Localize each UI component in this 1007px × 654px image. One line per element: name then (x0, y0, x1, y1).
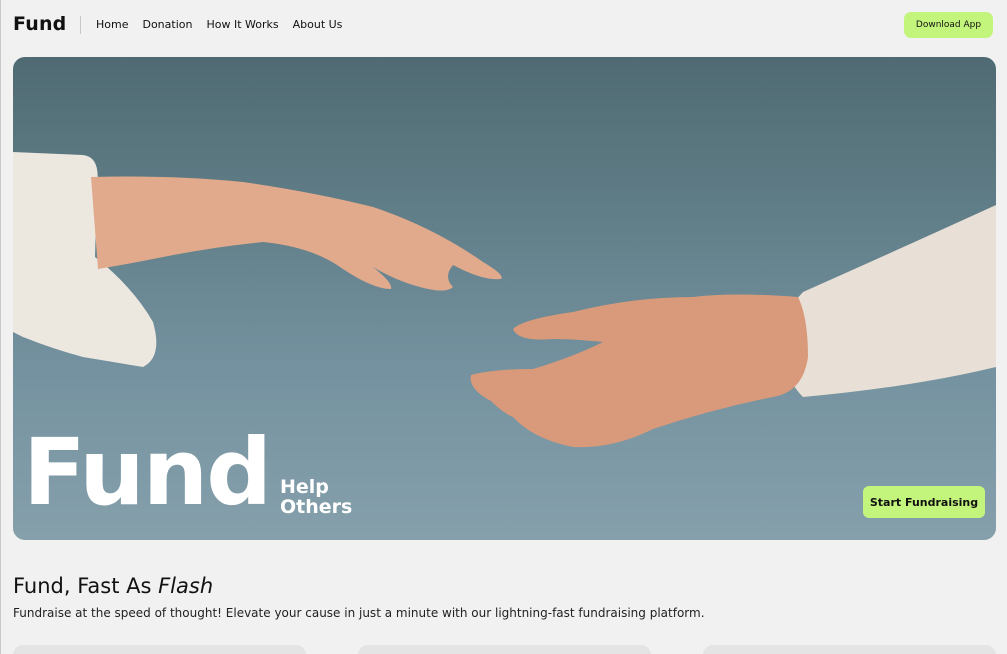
start-fundraising-button[interactable]: Start Fundraising (863, 486, 985, 518)
section-description: Fundraise at the speed of thought! Eleva… (13, 606, 705, 620)
right-hand (470, 294, 808, 448)
section-title-emphasis: Flash (158, 574, 214, 598)
hero-subtitle-line-1: Help (280, 476, 329, 498)
feature-card[interactable] (358, 645, 651, 654)
left-hand (91, 176, 502, 291)
download-app-button[interactable]: Download App (904, 12, 993, 38)
brand-logo[interactable]: Fund (13, 13, 67, 35)
nav-links: Home Donation How It Works About Us (96, 18, 356, 31)
feature-card[interactable] (703, 645, 996, 654)
section-title: Fund, Fast As Flash (13, 574, 213, 598)
nav-link-how-it-works[interactable]: How It Works (206, 18, 278, 31)
hero-banner: Fund Help Others Start Fundraising (13, 57, 996, 540)
hero-title: Fund (23, 419, 272, 526)
nav-link-about-us[interactable]: About Us (293, 18, 343, 31)
top-navbar: Fund Home Donation How It Works About Us… (1, 0, 1007, 50)
nav-divider (80, 16, 81, 34)
hero-subtitle-line-2: Others (280, 496, 353, 518)
nav-link-donation[interactable]: Donation (142, 18, 192, 31)
hero-subtitle: Help Others (280, 477, 352, 517)
feature-card[interactable] (13, 645, 306, 654)
section-title-prefix: Fund, Fast As (13, 574, 159, 598)
nav-link-home[interactable]: Home (96, 18, 128, 31)
right-sleeve (783, 205, 996, 397)
